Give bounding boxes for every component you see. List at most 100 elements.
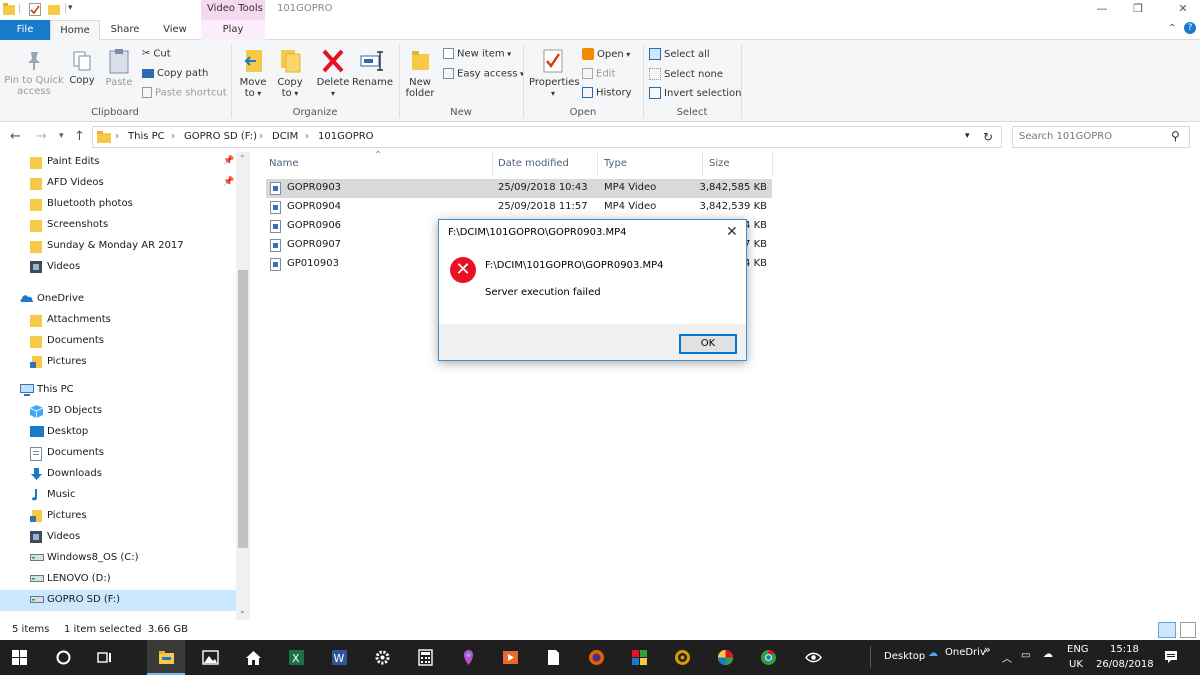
toolbar-overflow-icon[interactable]: » [984, 643, 991, 656]
copy-path-button[interactable]: Copy path [142, 68, 208, 79]
up-arrow-icon[interactable]: ↑ [74, 129, 85, 144]
column-separator[interactable] [492, 152, 493, 176]
qa-customize-icon[interactable]: ▾ [68, 3, 73, 13]
search-input[interactable]: Search 101GOPRO ⚲ [1012, 126, 1190, 148]
taskbar-target-app[interactable] [663, 640, 701, 675]
taskbar-chrome[interactable] [749, 640, 787, 675]
show-hidden-icons-icon[interactable]: ︿ [1002, 650, 1012, 665]
file-row[interactable]: GOPR0904 25/09/2018 11:57 MP4 Video 3,842,5… [266, 198, 772, 217]
scroll-down-icon[interactable]: ⌄ [239, 606, 246, 615]
restore-button[interactable]: ❐ [1123, 2, 1153, 18]
move-to-button[interactable]: Move to ▾ [238, 48, 268, 99]
tab-view[interactable]: View [150, 20, 200, 40]
nav-scroll-thumb[interactable] [238, 270, 248, 548]
action-center-icon[interactable] [1164, 650, 1178, 664]
help-icon[interactable]: ? [1184, 22, 1196, 34]
onedrive-icon[interactable]: ☁ [928, 648, 938, 659]
nav-item[interactable]: Music [0, 485, 236, 506]
scroll-up-icon[interactable]: ⌃ [239, 154, 246, 163]
invert-selection-button[interactable]: Invert selection [649, 87, 742, 99]
breadcrumb-101gopro[interactable]: 101GOPRO [318, 131, 374, 142]
rename-button[interactable]: Rename [352, 48, 393, 88]
taskbar-app-grid[interactable] [620, 640, 658, 675]
breadcrumb-this-pc[interactable]: This PC [128, 131, 165, 142]
chevron-up-icon[interactable]: ⌃ [1168, 23, 1176, 34]
paste-button[interactable]: Paste [103, 48, 135, 88]
new-item-button[interactable]: New item ▾ [443, 48, 511, 60]
onedrive-toolbar[interactable]: OneDriv [945, 647, 986, 658]
network-icon[interactable]: ☁ [1043, 649, 1053, 660]
edit-button[interactable]: Edit [582, 68, 615, 80]
nav-item[interactable]: AFD Videos 📌 [0, 173, 236, 194]
copy-button[interactable]: Copy [67, 50, 97, 86]
breadcrumb-dcim[interactable]: DCIM [272, 131, 298, 142]
nav-item[interactable]: Videos [0, 527, 236, 548]
nav-item[interactable]: Sunday & Monday AR 2017 [0, 236, 236, 257]
search-button[interactable] [44, 640, 82, 675]
cut-button[interactable]: ✂ Cut [142, 48, 171, 60]
input-language-bottom[interactable]: UK [1069, 659, 1083, 670]
paste-shortcut-button[interactable]: Paste shortcut [142, 87, 227, 99]
task-view-button[interactable] [85, 640, 123, 675]
refresh-icon[interactable]: ↻ [983, 130, 993, 144]
taskbar-word[interactable]: W [320, 640, 358, 675]
forward-arrow-icon[interactable]: → [36, 129, 47, 144]
taskbar-excel[interactable]: X [277, 640, 315, 675]
select-none-button[interactable]: Select none [649, 68, 723, 80]
properties-icon[interactable] [29, 3, 41, 16]
tab-share[interactable]: Share [100, 20, 150, 40]
nav-item[interactable]: Screenshots [0, 215, 236, 236]
nav-item[interactable]: Bluetooth photos [0, 194, 236, 215]
tab-play[interactable]: Play [201, 20, 265, 40]
column-separator[interactable] [597, 152, 598, 176]
taskbar-settings[interactable] [363, 640, 401, 675]
taskbar-notepad[interactable] [534, 640, 572, 675]
address-bar[interactable]: › This PC › GOPRO SD (F:) › DCIM › 101GO… [92, 126, 1002, 148]
nav-item[interactable]: Attachments [0, 310, 236, 331]
taskbar-paint3d[interactable] [449, 640, 487, 675]
nav-item[interactable]: This PC [0, 380, 236, 401]
recent-locations-icon[interactable]: ▾ [59, 131, 64, 141]
taskbar-home[interactable] [234, 640, 272, 675]
nav-item[interactable]: Pictures [0, 506, 236, 527]
dialog-close-button[interactable]: ✕ [726, 224, 738, 240]
large-icons-view-icon[interactable] [1180, 622, 1196, 638]
nav-item[interactable]: GOPRO SD (F:) [0, 590, 236, 611]
address-dropdown-icon[interactable]: ▾ [965, 131, 970, 141]
taskbar-file-explorer[interactable] [147, 640, 185, 675]
taskbar-eye-app[interactable] [794, 640, 832, 675]
nav-item[interactable]: LENOVO (D:) [0, 569, 236, 590]
input-language-top[interactable]: ENG [1067, 644, 1089, 655]
tab-home[interactable]: Home [50, 20, 100, 41]
taskbar-picasa[interactable] [706, 640, 744, 675]
clock-time[interactable]: 15:18 [1110, 644, 1139, 655]
column-header-size[interactable]: Size [709, 158, 730, 169]
column-separator[interactable] [772, 152, 773, 176]
taskbar-firefox[interactable] [577, 640, 615, 675]
close-button[interactable]: ✕ [1168, 2, 1198, 18]
nav-item[interactable]: Windows8_OS (C:) [0, 548, 236, 569]
pin-to-quick-access-button[interactable]: Pin to Quick access [4, 50, 64, 97]
column-header-date[interactable]: Date modified [498, 158, 569, 169]
minimize-button[interactable]: — [1087, 2, 1117, 18]
column-separator[interactable] [702, 152, 703, 176]
nav-item[interactable]: Downloads [0, 464, 236, 485]
taskbar-calculator[interactable] [406, 640, 444, 675]
tab-file[interactable]: File [0, 20, 50, 40]
back-arrow-icon[interactable]: ← [10, 129, 21, 144]
column-header-type[interactable]: Type [604, 158, 627, 169]
nav-item[interactable]: Videos [0, 257, 236, 278]
file-row[interactable]: GOPR0903 25/09/2018 10:43 MP4 Video 3,842,5… [266, 179, 772, 198]
nav-item[interactable]: Desktop [0, 422, 236, 443]
desktop-toolbar[interactable]: Desktop [884, 651, 925, 662]
ok-button[interactable]: OK [679, 334, 737, 354]
battery-icon[interactable]: ▭ [1021, 650, 1030, 661]
clock-date[interactable]: 26/08/2018 [1096, 659, 1154, 670]
nav-item[interactable]: Pictures [0, 352, 236, 373]
nav-item[interactable]: 3D Objects [0, 401, 236, 422]
taskbar-movies[interactable] [491, 640, 529, 675]
nav-item[interactable]: Paint Edits 📌 [0, 152, 236, 173]
taskbar-photos[interactable] [191, 640, 229, 675]
nav-item[interactable]: Documents [0, 331, 236, 352]
easy-access-button[interactable]: Easy access ▾ [443, 68, 524, 80]
